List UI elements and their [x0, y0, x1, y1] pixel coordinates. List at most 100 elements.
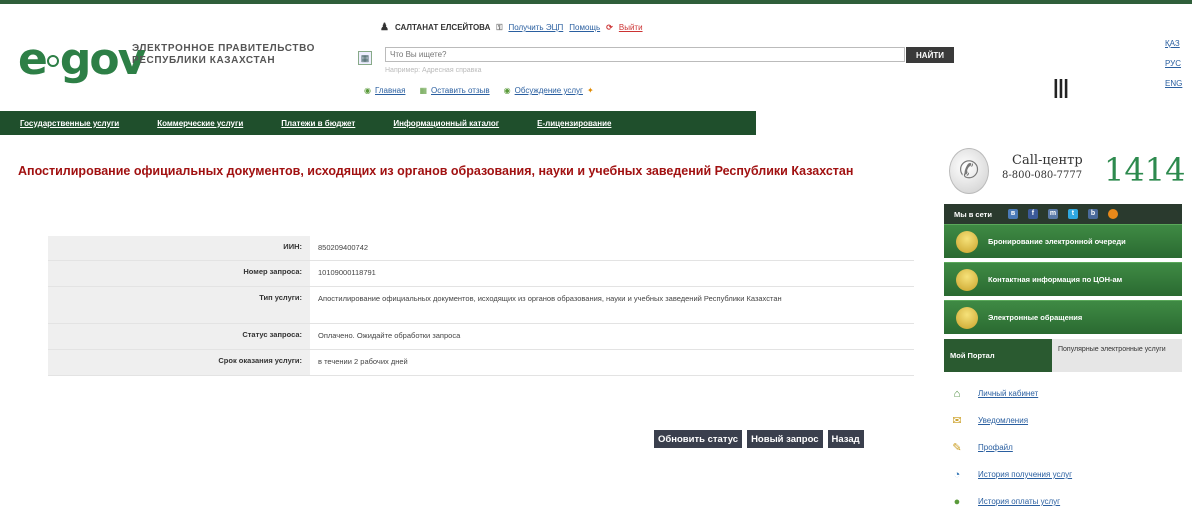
menu-item-payment-history[interactable]: ● История оплаты услуг: [950, 488, 1180, 515]
brand-line2: РЕСПУБЛИКИ КАЗАХСТАН: [132, 55, 276, 66]
nav-gov-services[interactable]: Государственные услуги: [20, 119, 119, 128]
social-bar: Мы в сети в f m t b: [944, 204, 1182, 224]
nav-commercial-services[interactable]: Коммерческие услуги: [157, 119, 243, 128]
row-label: Номер запроса:: [48, 261, 310, 286]
table-row: Статус запроса: Оплачено. Ожидайте обраб…: [48, 324, 914, 350]
portal-menu: ⌂ Личный кабинет ✉ Уведомления ✎ Профайл ◔ И…: [950, 380, 1180, 515]
key-icon: ⚿: [496, 22, 503, 32]
e-queue-button[interactable]: Бронирование электронной очереди: [944, 224, 1182, 258]
history-icon: ◔: [953, 468, 961, 481]
logout-link[interactable]: Выйти: [619, 23, 643, 32]
row-label: Тип услуги:: [48, 287, 310, 323]
egov-logo[interactable]: e gov: [18, 38, 146, 82]
people-icon: [956, 230, 978, 253]
e-queue-label: Бронирование электронной очереди: [988, 237, 1126, 246]
notification-icon: ✉: [952, 415, 962, 427]
con-contacts-label: Контактная информация по ЦОН-ам: [988, 275, 1123, 284]
table-row: Номер запроса: 10109000118791: [48, 261, 914, 287]
call-center-banner[interactable]: ✆ Call-центр 8-800-080-7777 1414: [944, 145, 1186, 197]
tab-popular-services[interactable]: Популярные электронные услуги: [1052, 339, 1182, 372]
subnav-discussion[interactable]: ◉ Обсуждение услуг ✦: [504, 86, 594, 95]
lang-rus[interactable]: РУС: [1165, 54, 1182, 74]
e-appeals-label: Электронные обращения: [988, 313, 1083, 322]
subnav-discussion-label: Обсуждение услуг: [514, 86, 583, 95]
appeals-icon: [956, 306, 978, 329]
phone-icon: ✆: [949, 148, 989, 194]
con-contacts-button[interactable]: Контактная информация по ЦОН-ам: [944, 262, 1182, 296]
row-label: Срок оказания услуги:: [48, 350, 310, 375]
back-button[interactable]: Назад: [827, 430, 864, 448]
tab-my-portal[interactable]: Мой Портал: [944, 339, 1052, 372]
e-appeals-button[interactable]: Электронные обращения: [944, 300, 1182, 334]
discussion-bullet-icon: ◉: [503, 86, 511, 95]
new-badge-icon: ✦: [586, 86, 594, 95]
user-bar: ♟ САЛТАНАТ ЕЛСЕЙТОВА ⚿ Получить ЭЦП Помо…: [380, 22, 643, 33]
logo-dot-icon: [46, 55, 59, 67]
rss-icon[interactable]: [1107, 209, 1118, 219]
row-label: ИИН:: [48, 236, 310, 260]
menu-label: Профайл: [978, 443, 1013, 452]
facebook-icon[interactable]: f: [1027, 209, 1038, 219]
row-value: 10109000118791: [318, 268, 376, 277]
vk-icon[interactable]: в: [1007, 209, 1018, 219]
contacts-icon: [956, 268, 978, 291]
nav-e-licensing[interactable]: Е-лицензирование: [537, 119, 611, 128]
lang-eng[interactable]: ENG: [1165, 74, 1182, 94]
home-icon: ⌂: [953, 387, 961, 400]
blog-icon[interactable]: b: [1087, 209, 1098, 219]
search-button[interactable]: НАЙТИ: [906, 47, 954, 63]
row-value: в течении 2 рабочих дней: [318, 357, 408, 366]
user-name[interactable]: САЛТАНАТ ЕЛСЕЙТОВА: [395, 23, 490, 32]
search-hint: Например: Адресная справка: [385, 67, 482, 74]
user-icon: ♟: [380, 22, 389, 33]
menu-item-notifications[interactable]: ✉ Уведомления: [950, 407, 1180, 434]
menu-label: История оплаты услуг: [978, 497, 1061, 506]
subnav-home[interactable]: ◉ Главная: [364, 86, 405, 95]
brand-line1: ЭЛЕКТРОННОЕ ПРАВИТЕЛЬСТВО: [132, 43, 316, 54]
table-row: Срок оказания услуги: в течении 2 рабочи…: [48, 350, 914, 376]
menu-label: История получения услуг: [978, 470, 1073, 479]
top-border: [0, 0, 1192, 4]
search-settings-icon[interactable]: ▦: [358, 51, 372, 65]
table-row: Тип услуги: Апостилирование официальных …: [48, 287, 914, 324]
page-title: Апостилирование официальных документов, …: [18, 164, 854, 178]
home-bullet-icon: ◉: [364, 86, 371, 95]
call-center-short-number: 1414: [1104, 151, 1186, 189]
logo-e: e: [18, 34, 48, 85]
menu-label: Уведомления: [978, 416, 1029, 425]
myworld-icon[interactable]: m: [1047, 209, 1058, 219]
search-input[interactable]: [385, 47, 905, 62]
social-label: Мы в сети: [954, 209, 992, 219]
call-center-label: Call-центр: [1012, 153, 1083, 168]
nav-budget-payments[interactable]: Платежи в бюджет: [281, 119, 355, 128]
table-row: ИИН: 850209400742: [48, 236, 914, 261]
row-label: Статус запроса:: [48, 324, 310, 349]
menu-item-service-history[interactable]: ◔ История получения услуг: [950, 461, 1180, 488]
twitter-icon[interactable]: t: [1067, 209, 1078, 219]
row-value: Апостилирование официальных документов, …: [318, 294, 782, 303]
refresh-status-button[interactable]: Обновить статус: [654, 430, 743, 448]
payment-icon: ●: [953, 495, 961, 508]
call-center-phone: 8-800-080-7777: [1002, 170, 1083, 181]
subnav-feedback-label: Оставить отзыв: [431, 86, 490, 95]
subnav: ◉ Главная ▦ Оставить отзыв ◉ Обсуждение усл…: [364, 86, 594, 95]
subnav-home-label: Главная: [374, 86, 406, 95]
new-request-button[interactable]: Новый запрос: [747, 430, 823, 448]
row-value: Оплачено. Ожидайте обработки запроса: [318, 331, 461, 340]
subnav-feedback[interactable]: ▦ Оставить отзыв: [419, 86, 489, 95]
profile-icon: ✎: [952, 442, 962, 454]
request-details-table: ИИН: 850209400742 Номер запроса: 1010900…: [48, 236, 914, 376]
get-eds-link[interactable]: Получить ЭЦП: [508, 23, 563, 32]
lang-kaz[interactable]: ҚАЗ: [1165, 34, 1182, 54]
nav-info-catalog[interactable]: Информационный каталог: [393, 119, 499, 128]
action-buttons: Обновить статус Новый запрос Назад: [654, 430, 864, 448]
help-link[interactable]: Помощь: [569, 23, 600, 32]
brand-text: ЭЛЕКТРОННОЕ ПРАВИТЕЛЬСТВО РЕСПУБЛИКИ КАЗ…: [132, 43, 315, 67]
main-nav: Государственные услуги Коммерческие услу…: [0, 111, 756, 135]
row-value: 850209400742: [318, 243, 369, 252]
feedback-bullet-icon: ▦: [419, 86, 427, 95]
text-cursor-icon: Ⅲ: [1052, 75, 1070, 105]
menu-item-profile[interactable]: ✎ Профайл: [950, 434, 1180, 461]
menu-label: Личный кабинет: [978, 389, 1039, 398]
menu-item-cabinet[interactable]: ⌂ Личный кабинет: [950, 380, 1180, 407]
